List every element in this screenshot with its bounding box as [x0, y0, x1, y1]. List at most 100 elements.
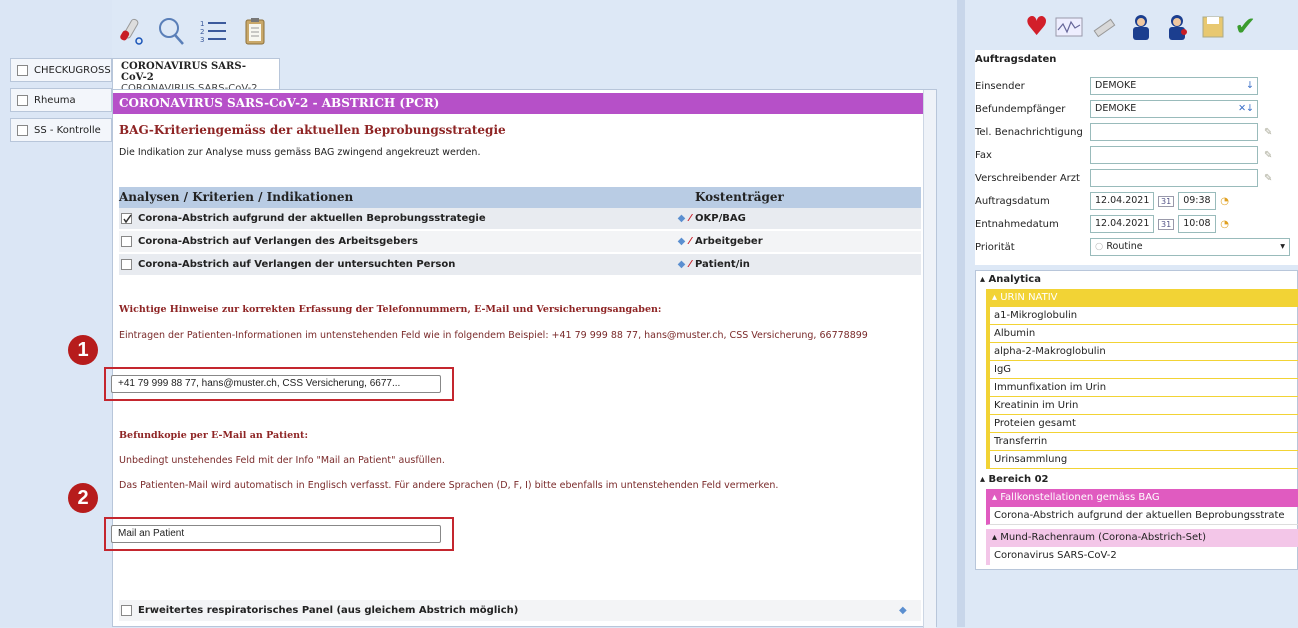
diamond-icon[interactable]: ◆ [678, 213, 686, 224]
time-field[interactable]: 10:08 [1178, 215, 1217, 233]
table-header: Analysen / Kriterien / Indikationen Kost… [119, 187, 921, 208]
mail-field[interactable]: Mail an Patient [111, 525, 441, 543]
pencil-icon[interactable]: ✎ [1264, 150, 1272, 161]
scrollbar[interactable] [923, 90, 936, 628]
section-heading: BAG-Kriteriengemäss der aktuellen Beprob… [119, 123, 506, 137]
date-field[interactable]: 12.04.2021 [1090, 192, 1154, 210]
patient-info-field[interactable]: +41 79 999 88 77, hans@muster.ch, CSS Ve… [111, 375, 441, 393]
row-label: Corona-Abstrich auf Verlangen des Arbeit… [138, 236, 418, 247]
time-field[interactable]: 09:38 [1178, 192, 1217, 210]
calendar-icon[interactable]: 31 [1158, 218, 1175, 230]
tree-subgroup-label: Fallkonstellationen gemäss BAG [1000, 492, 1160, 503]
checkbox[interactable] [17, 94, 28, 106]
diamond-icon[interactable]: ◆ [678, 236, 686, 247]
checkbox[interactable] [121, 259, 132, 270]
tube-icon[interactable]: ⁄ [689, 236, 691, 247]
einsender-field[interactable]: DEMOKE ↓ [1090, 77, 1258, 95]
befundempfaenger-field[interactable]: DEMOKE ✕↓ [1090, 100, 1258, 118]
tree-group[interactable]: ▴ Bereich 02 [976, 471, 1298, 489]
field-label: Priorität [975, 241, 1015, 253]
highlight-box: +41 79 999 88 77, hans@muster.ch, CSS Ve… [104, 367, 454, 401]
table-row[interactable]: Corona-Abstrich auf Verlangen der unters… [119, 254, 921, 276]
clock-icon[interactable]: ◔ [1220, 196, 1229, 207]
clear-icon[interactable]: ✕↓ [1238, 101, 1257, 117]
table-row[interactable]: Erweitertes respiratorisches Panel (aus … [119, 600, 921, 622]
date-field[interactable]: 12.04.2021 [1090, 215, 1154, 233]
sidebar-tab-rheuma[interactable]: Rheuma [10, 88, 112, 112]
row-payer: Arbeitgeber [695, 236, 763, 247]
right-toolbar: ♥ ✔ [1025, 12, 1256, 42]
checkbox-checked[interactable] [121, 213, 132, 224]
checkbox[interactable] [17, 124, 28, 136]
tree-item[interactable]: Albumin [986, 325, 1298, 343]
list-button[interactable]: 123 [196, 14, 230, 48]
diamond-icon[interactable]: ◆ [899, 605, 907, 616]
chart-icon[interactable] [1054, 12, 1084, 42]
center-area: CORONAVIRUS SARS-CoV-2 CORONAVIRUS SARS-… [104, 58, 937, 628]
doctor-icon[interactable] [1126, 12, 1156, 42]
sidebar-tab-ss-kontrolle[interactable]: SS - Kontrolle [10, 118, 112, 142]
right-panel: ♥ ✔ Auftragsdaten Einsender DEMOKE ↓ Befun… [965, 0, 1298, 627]
check-icon[interactable]: ✔ [1234, 12, 1256, 42]
save-icon[interactable] [1198, 12, 1228, 42]
radio-icon: ○ [1095, 241, 1104, 252]
heart-icon[interactable]: ♥ [1025, 12, 1048, 42]
intro-text: Die Indikation zur Analyse muss gemäss B… [119, 147, 481, 158]
toolbar: 123 [112, 14, 272, 58]
tree-item[interactable]: a1-Mikroglobulin [986, 307, 1298, 325]
tree-subgroup-label: Mund-Rachenraum (Corona-Abstrich-Set) [1000, 532, 1206, 543]
tree-item[interactable]: Kreatinin im Urin [986, 397, 1298, 415]
search-button[interactable] [154, 14, 188, 48]
svg-text:2: 2 [200, 28, 204, 36]
tab-title: CORONAVIRUS SARS-CoV-2 [121, 61, 247, 83]
tree-group[interactable]: ▴ Analytica [976, 271, 1298, 289]
tel-field[interactable] [1090, 123, 1258, 141]
sidebar-tab-checkugross[interactable]: CHECKUGROSS [10, 58, 112, 82]
pencil-icon[interactable]: ✎ [1264, 127, 1272, 138]
tree-item[interactable]: Immunfixation im Urin [986, 379, 1298, 397]
tree-item[interactable]: IgG [986, 361, 1298, 379]
clock-icon[interactable]: ◔ [1220, 219, 1229, 230]
tree-item[interactable]: Proteien gesamt [986, 415, 1298, 433]
table-row[interactable]: Corona-Abstrich auf Verlangen des Arbeit… [119, 231, 921, 253]
checkbox[interactable] [121, 605, 132, 616]
priority-select[interactable]: ○ Routine ▾ [1090, 238, 1290, 256]
tree-subgroup[interactable]: ▴ URIN NATIV [986, 289, 1298, 307]
tube-button[interactable] [112, 14, 146, 48]
field-value: DEMOKE [1095, 103, 1137, 114]
tree-item[interactable]: alpha-2-Makroglobulin [986, 343, 1298, 361]
clipboard-button[interactable] [238, 14, 272, 48]
tree-panel: ▴ Analytica ▴ URIN NATIV a1-Mikroglobuli… [975, 270, 1298, 570]
tube-icon[interactable]: ⁄ [689, 259, 691, 270]
tree-subgroup[interactable]: ▴ Mund-Rachenraum (Corona-Abstrich-Set) [986, 529, 1298, 547]
tube-icon[interactable]: ⁄ [689, 213, 691, 224]
auftragsdaten: Auftragsdaten Einsender DEMOKE ↓ Befundemp… [975, 50, 1298, 265]
tree-item[interactable]: Urinsammlung [986, 451, 1298, 469]
row-label: Erweitertes respiratorisches Panel (aus … [138, 605, 519, 616]
splitter[interactable] [957, 0, 965, 627]
tree-item[interactable]: Coronavirus SARS-CoV-2 [986, 547, 1298, 565]
table-row[interactable]: Corona-Abstrich aufgrund der aktuellen B… [119, 208, 921, 230]
arrow-down-icon[interactable]: ↓ [1246, 78, 1257, 94]
tree-group-label: Bereich 02 [988, 474, 1049, 485]
pencil-icon[interactable]: ✎ [1264, 173, 1272, 184]
diamond-icon[interactable]: ◆ [678, 259, 686, 270]
dropdown-icon[interactable]: ▾ [1280, 239, 1289, 255]
fax-field[interactable] [1090, 146, 1258, 164]
calendar-icon[interactable]: 31 [1158, 195, 1175, 207]
tree-subgroup[interactable]: ▴ Fallkonstellationen gemäss BAG [986, 489, 1298, 507]
tree-item[interactable]: Corona-Abstrich aufgrund der aktuellen B… [986, 507, 1298, 525]
doctor-icon[interactable] [1162, 12, 1192, 42]
syringe-icon[interactable] [1090, 12, 1120, 42]
clipboard-icon [245, 18, 265, 45]
checkbox[interactable] [17, 64, 28, 76]
field-value: Routine [1106, 241, 1143, 252]
form-panel: CORONAVIRUS SARS-CoV-2 - ABSTRICH (PCR) … [104, 89, 937, 628]
checkbox[interactable] [121, 236, 132, 247]
copy-text-1: Unbedingt unstehendes Feld mit der Info … [119, 455, 445, 466]
tab-coronavirus[interactable]: CORONAVIRUS SARS-CoV-2 CORONAVIRUS SARS-… [112, 58, 280, 94]
tree-item[interactable]: Transferrin [986, 433, 1298, 451]
svg-text:3: 3 [200, 36, 204, 44]
arzt-field[interactable] [1090, 169, 1258, 187]
sidebar-tab-label: SS - Kontrolle [34, 124, 101, 136]
